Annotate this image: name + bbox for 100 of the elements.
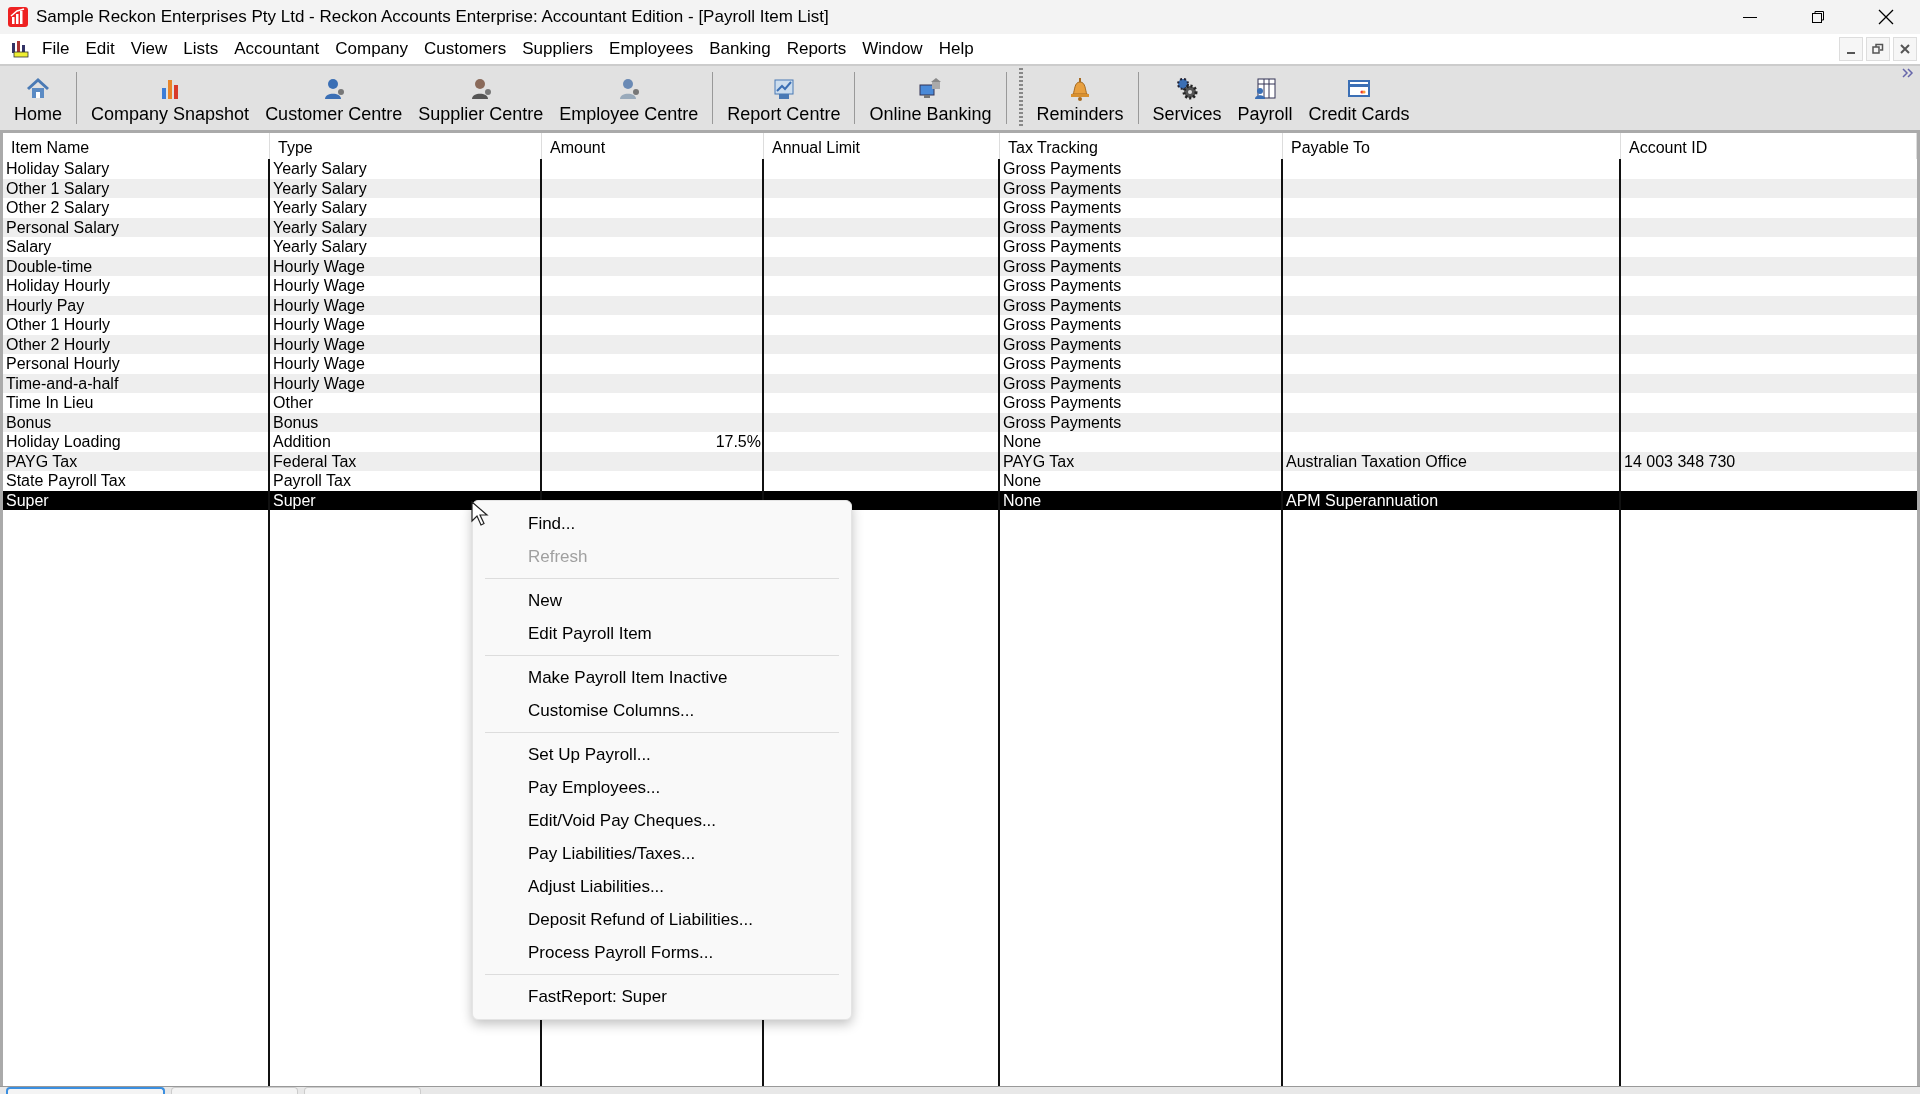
toolbar-button[interactable]: Company Snapshot — [83, 66, 258, 130]
table-cell: Bonus — [6, 413, 52, 431]
menu-item[interactable]: Edit — [77, 36, 123, 62]
menu-item[interactable]: Window — [854, 36, 931, 62]
toolbar-button[interactable]: Reminders — [1028, 66, 1132, 130]
table-cell: Other 1 Hourly — [6, 316, 111, 333]
menu-item[interactable]: Set Up Payroll... — [473, 738, 851, 771]
menu-item[interactable]: Pay Liabilities/Taxes... — [473, 837, 851, 870]
table-cell: Gross Payments — [1003, 296, 1122, 314]
chevron-icon[interactable] — [1902, 68, 1914, 78]
restore-icon — [1872, 43, 1884, 55]
toolbar-button[interactable]: Payroll — [1229, 66, 1301, 130]
table-cell: Gross Payments — [1003, 413, 1122, 431]
menu-item[interactable]: Accountant — [226, 36, 328, 62]
toolbar-button[interactable]: Services — [1144, 66, 1230, 130]
window-tab[interactable] — [6, 1087, 165, 1094]
table-row[interactable]: Personal Hourly Hourly Wage Gross Payments — [3, 354, 1917, 374]
toolbar-button[interactable]: Online Banking — [861, 66, 1000, 130]
table-row[interactable]: Personal Salary Yearly Salary Gross Payments — [3, 217, 1917, 237]
menu-item[interactable]: Employees — [601, 36, 702, 62]
menu-item[interactable]: Process Payroll Forms... — [473, 936, 851, 969]
table-row[interactable]: Other 1 Hourly Hourly Wage Gross Payments — [3, 315, 1917, 335]
table-row[interactable]: State Payroll Tax Payroll Tax None — [3, 471, 1917, 491]
toolbar-button[interactable]: Employee Centre — [551, 66, 707, 130]
table-cell: 17.5% — [715, 433, 761, 450]
menu-item[interactable]: Pay Employees... — [473, 771, 851, 804]
table-cell: Other 2 Salary — [6, 199, 110, 216]
table-cell: Holiday Loading — [6, 433, 121, 450]
menu-item[interactable]: Banking — [701, 36, 779, 62]
table-cell: Other 2 Hourly — [6, 335, 111, 353]
table-cell: Australian Taxation Office — [1286, 452, 1467, 470]
table-cell: Personal Hourly — [6, 355, 120, 372]
table-row[interactable]: Bonus Bonus Gross Payments — [3, 412, 1917, 432]
menu-item[interactable]: Deposit Refund of Liabilities... — [473, 903, 851, 936]
window-title: Sample Reckon Enterprises Pty Ltd - Reckon Accounts Enterprise: Accountant Edition - [Payroll Item List] — [36, 7, 830, 27]
menu-item[interactable]: Company — [327, 36, 417, 62]
table-cell: Federal Tax — [273, 452, 357, 470]
minimize-button[interactable] — [1839, 37, 1863, 61]
close-button[interactable] — [1893, 37, 1917, 61]
menu-item[interactable]: Customers — [416, 36, 515, 62]
table-cell: Holiday Salary — [6, 160, 110, 177]
menu-item[interactable]: Lists — [175, 36, 227, 62]
menu-item[interactable]: Make Payroll Item Inactive — [473, 661, 851, 694]
table-cell: Gross Payments — [1003, 257, 1122, 275]
table-cell: Hourly Wage — [273, 355, 365, 372]
toolbar-button[interactable]: Customer Centre — [257, 66, 411, 130]
menu-item[interactable]: Reports — [778, 36, 855, 62]
table-row[interactable]: Other 2 Salary Yearly Salary Gross Payments — [3, 198, 1917, 218]
menu-item[interactable]: File — [34, 36, 78, 62]
table-cell: PAYG Tax — [1003, 452, 1075, 470]
toolbar-button[interactable]: Home — [6, 66, 70, 130]
menu-item[interactable]: New — [473, 584, 851, 617]
table-row[interactable]: Holiday Hourly Hourly Wage Gross Payments — [3, 276, 1917, 296]
menu-item[interactable]: Customise Columns... — [473, 694, 851, 727]
table-cell: Gross Payments — [1003, 316, 1122, 333]
table-cell: Gross Payments — [1003, 394, 1122, 411]
menu-item[interactable]: Help — [930, 36, 982, 62]
menu-item[interactable]: View — [122, 36, 176, 62]
table-cell: Gross Payments — [1003, 355, 1122, 372]
table-row[interactable]: Time-and-a-half Hourly Wage Gross Payments — [3, 373, 1917, 393]
table-cell: Gross Payments — [1003, 218, 1122, 236]
menu-item[interactable]: Edit Payroll Item — [473, 617, 851, 650]
table-cell: Addition — [273, 433, 331, 450]
table-cell: Payroll Tax — [273, 472, 351, 489]
table-row[interactable]: Time In Lieu Other Gross Payments — [3, 393, 1917, 413]
table-row[interactable]: Double-time Hourly Wage Gross Payments — [3, 256, 1917, 276]
close-icon — [1878, 9, 1894, 25]
table-cell: Gross Payments — [1003, 238, 1122, 255]
menu-item[interactable]: Suppliers — [514, 36, 602, 62]
table-row[interactable]: Other 1 Salary Yearly Salary Gross Payments — [3, 178, 1917, 198]
table-cell: Personal Salary — [6, 218, 119, 236]
table-cell: Yearly Salary — [273, 160, 367, 177]
table-cell: Super — [273, 491, 316, 509]
table-cell: None — [1003, 433, 1042, 450]
company-icon[interactable] — [10, 40, 30, 58]
table-cell: Yearly Salary — [273, 218, 367, 236]
table-row[interactable]: Salary Yearly Salary Gross Payments — [3, 237, 1917, 257]
table-cell: Gross Payments — [1003, 199, 1122, 216]
table-row[interactable]: Other 2 Hourly Hourly Wage Gross Payments — [3, 334, 1917, 354]
table-cell: PAYG Tax — [6, 452, 78, 470]
table-cell: Hourly Wage — [273, 316, 365, 333]
table-cell: 14 003 348 730 — [1624, 452, 1736, 470]
toolbar-button[interactable]: Credit Cards — [1300, 66, 1418, 130]
menu-item[interactable]: FastReport: Super — [473, 980, 851, 1013]
table-cell: Holiday Hourly — [6, 277, 111, 294]
table-row[interactable]: Holiday Loading Addition 17.5% None — [3, 432, 1917, 452]
restore-button[interactable] — [1866, 37, 1890, 61]
toolbar-grip[interactable] — [1018, 68, 1023, 128]
table-cell: Yearly Salary — [273, 179, 367, 197]
table-cell: Hourly Wage — [273, 296, 365, 314]
toolbar-button[interactable]: Report Centre — [719, 66, 849, 130]
table-cell: Other — [273, 394, 313, 411]
menu-item[interactable]: Adjust Liabilities... — [473, 870, 851, 903]
payroll-sheet-icon — [1252, 76, 1279, 102]
toolbar-button[interactable]: Supplier Centre — [410, 66, 552, 130]
table-row[interactable]: Hourly Pay Hourly Wage Gross Payments — [3, 295, 1917, 315]
table-cell: Super — [6, 491, 49, 509]
menu-item[interactable]: Edit/Void Pay Cheques... — [473, 804, 851, 837]
table-row[interactable]: PAYG Tax Federal Tax PAYG Tax Australian Taxation Office 14 003 348 730 — [3, 451, 1917, 471]
table-cell: Salary — [6, 238, 52, 255]
